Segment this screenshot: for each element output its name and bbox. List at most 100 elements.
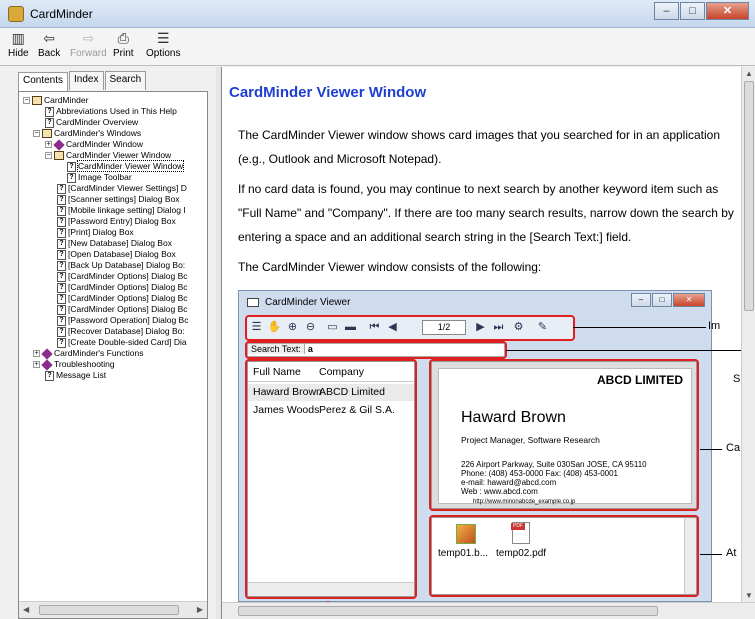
hide-button[interactable]: ▥ Hide (8, 30, 29, 60)
tree-node[interactable]: ? [CardMinder Options] Dialog Bc (57, 271, 188, 282)
tab-contents[interactable]: Contents (18, 72, 69, 91)
callout-line (700, 449, 722, 450)
callout-line (700, 554, 722, 555)
tree-node[interactable]: ? [New Database] Dialog Box (57, 238, 172, 249)
scroll-right-arrow-icon[interactable]: ▶ (197, 605, 203, 614)
page-title: CardMinder Viewer Window (229, 84, 427, 101)
forward-arrow-icon: ⇨ (82, 30, 95, 46)
tree-node[interactable]: + CardMinder Window (45, 139, 143, 151)
help-page-icon: ? (57, 282, 66, 293)
title-bar: CardMinder – □ ✕ (0, 0, 755, 28)
help-page-icon: ? (57, 337, 66, 348)
scroll-left-arrow-icon[interactable]: ◀ (23, 605, 29, 614)
help-page-icon: ? (57, 271, 66, 282)
content-horizontal-scrollbar[interactable] (222, 602, 755, 619)
window-title: CardMinder (30, 7, 93, 21)
toolbar: ▥ Hide ⇦ Back ⇨ Forward ⎙ Print ☰ Option… (0, 28, 755, 66)
closed-book-icon (53, 139, 65, 151)
options-button[interactable]: ☰ Options (146, 30, 181, 60)
viewer-screenshot-figure: CardMinder Viewer – □ ✕ ☰ ✋ ⊕ ⊖ ▭ ▬ ⏮ ◀ … (238, 290, 712, 602)
forward-label: Forward (70, 48, 107, 59)
print-button[interactable]: ⎙ Print (113, 31, 134, 60)
closed-book-icon (41, 359, 53, 371)
expand-icon: + (45, 141, 52, 149)
tree-node[interactable]: ? [Mobile linkage setting] Dialog I (57, 205, 186, 216)
figure-close-icon: ✕ (673, 293, 705, 307)
collapse-icon: − (45, 152, 52, 160)
options-icon: ☰ (156, 30, 170, 46)
hide-icon: ▥ (11, 30, 25, 46)
paragraph-2: If no card data is found, you may contin… (238, 182, 734, 244)
contents-tree: − CardMinder ? Abbreviations Used in This … (18, 91, 208, 619)
paragraph-3: The CardMinder Viewer window consists of… (238, 260, 542, 274)
scroll-up-arrow-icon[interactable]: ▲ (745, 69, 753, 78)
open-book-icon (32, 96, 42, 106)
viewer-window-icon (247, 298, 259, 307)
expand-icon: + (33, 350, 40, 358)
tree-node-selected[interactable]: ? CardMinder Viewer Window (67, 160, 185, 172)
figure-maximize-icon: □ (652, 293, 672, 307)
scroll-thumb[interactable] (744, 81, 754, 311)
search-highlight (245, 341, 507, 359)
print-label: Print (113, 48, 134, 59)
back-label: Back (38, 48, 61, 59)
app-icon (8, 6, 24, 22)
help-page-icon: ? (45, 106, 54, 117)
close-button[interactable]: ✕ (706, 2, 749, 20)
tree-node[interactable]: ? CardMinder Overview (45, 117, 138, 128)
help-page-icon: ? (57, 315, 66, 326)
tree-node[interactable]: − CardMinder's Windows (33, 128, 141, 139)
tree-node[interactable]: + CardMinder's Functions (33, 348, 144, 360)
tree-node[interactable]: ? [Open Database] Dialog Box (57, 249, 176, 260)
tree-node[interactable]: ? [CardMinder Options] Dialog Bc (57, 282, 188, 293)
collapse-icon: − (33, 130, 40, 138)
tree-node[interactable]: + Troubleshooting (33, 359, 115, 371)
tab-index[interactable]: Index (69, 71, 104, 90)
scroll-thumb[interactable] (238, 606, 658, 616)
tree-node[interactable]: ? Abbreviations Used in This Help (45, 106, 177, 117)
nav-tabs: Contents Index Search (18, 71, 147, 91)
tree-node[interactable]: − CardMinder Viewer Window (45, 150, 171, 161)
tree-node[interactable]: ? [CardMinder Options] Dialog Bc (57, 304, 188, 315)
minimize-button[interactable]: – (654, 2, 679, 20)
back-button[interactable]: ⇦ Back (38, 31, 61, 60)
callout-label-image-toolbar: Im (708, 320, 721, 332)
help-page-icon: ? (57, 183, 66, 194)
help-page-icon: ? (57, 238, 66, 249)
closed-book-icon (41, 348, 53, 360)
scroll-down-arrow-icon[interactable]: ▼ (745, 591, 753, 600)
tree-node[interactable]: ? [Scanner settings] Dialog Box (57, 194, 180, 205)
paragraph-1: The CardMinder Viewer window shows card … (238, 128, 721, 166)
help-page-icon: ? (45, 117, 54, 128)
tree-node[interactable]: ? [Password Operation] Dialog Bc (57, 315, 188, 326)
tree-node[interactable]: ? [Password Entry] Dialog Box (57, 216, 176, 227)
figure-window-title: CardMinder Viewer (265, 297, 351, 308)
tree-node[interactable]: ? Message List (45, 370, 106, 381)
tree-node[interactable]: − CardMinder (23, 95, 88, 106)
tree-node[interactable]: ? Image Toolbar (67, 172, 132, 183)
callout-label-attachment: At (726, 547, 737, 559)
tree-node[interactable]: ? [CardMinder Options] Dialog Bc (57, 293, 188, 304)
scroll-thumb[interactable] (39, 605, 179, 615)
help-page-icon: ? (57, 326, 66, 337)
tree-node[interactable]: ? [Print] Dialog Box (57, 227, 134, 238)
tree-node[interactable]: ? [Recover Database] Dialog Bo: (57, 326, 185, 337)
options-label: Options (146, 48, 181, 59)
window-controls: – □ ✕ (653, 2, 749, 20)
maximize-button[interactable]: □ (680, 2, 705, 20)
open-book-icon (42, 129, 52, 139)
tree-node[interactable]: ? [Back Up Database] Dialog Bo: (57, 260, 185, 271)
help-page-icon: ? (57, 304, 66, 315)
tree-node[interactable]: ? [Create Double-sided Card] Dia (57, 337, 187, 348)
help-page-icon: ? (67, 172, 76, 183)
forward-button[interactable]: ⇨ Forward (70, 30, 107, 60)
tab-search[interactable]: Search (104, 71, 147, 90)
hide-label: Hide (8, 48, 29, 59)
content-vertical-scrollbar[interactable]: ▲ ▼ (741, 67, 755, 602)
help-page-icon: ? (57, 227, 66, 238)
callout-label-search: S (733, 373, 741, 385)
tree-horizontal-scrollbar[interactable]: ◀ ▶ (19, 601, 207, 618)
card-highlight (429, 359, 699, 511)
tree-node[interactable]: ? [CardMinder Viewer Settings] D (57, 183, 187, 194)
callout-label-card: Ca (726, 442, 741, 454)
